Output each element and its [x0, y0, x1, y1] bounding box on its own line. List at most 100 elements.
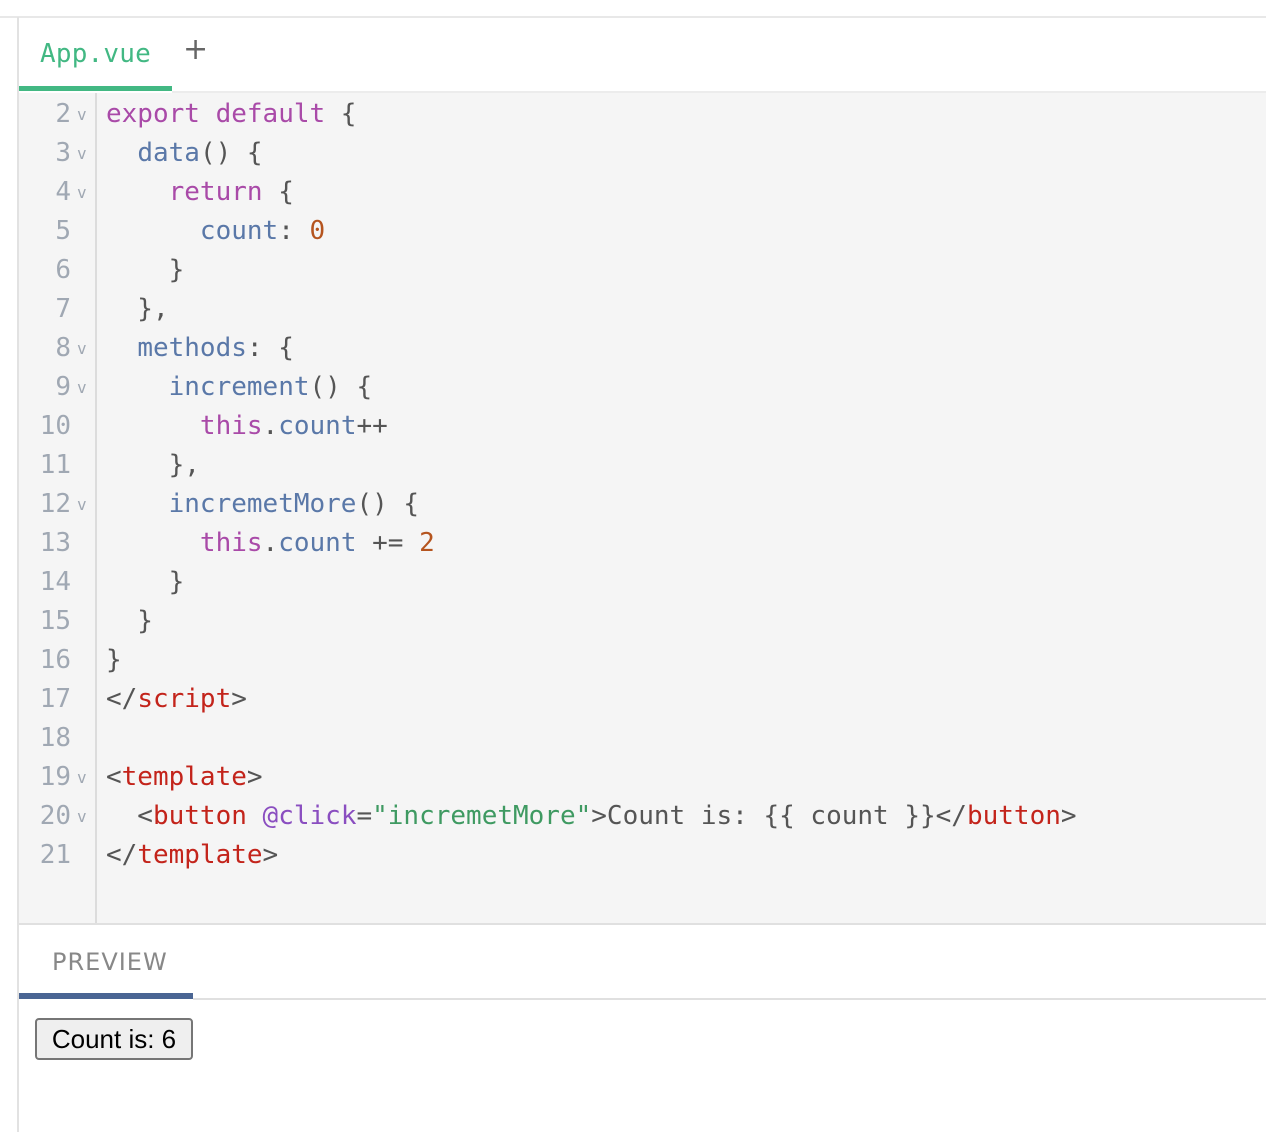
add-file-button[interactable]: +: [183, 35, 208, 65]
line-code: count: 0: [106, 212, 325, 251]
fold-toggle-icon[interactable]: v: [77, 95, 87, 134]
code-token: }: [106, 567, 185, 597]
line-number: 20: [39, 801, 71, 831]
code-token: data: [137, 138, 200, 168]
code-token: >: [1060, 801, 1077, 831]
count-button[interactable]: Count is: 6: [35, 1018, 193, 1060]
fold-toggle-icon[interactable]: v: [77, 758, 87, 797]
code-token: this: [199, 411, 263, 441]
fold-toggle-icon[interactable]: v: [77, 173, 87, 212]
code-token: () {: [199, 138, 263, 168]
code-token: export: [106, 99, 200, 129]
line-number: 12: [39, 489, 71, 519]
code-token: >: [246, 762, 263, 792]
code-token: incremetMore: [168, 489, 357, 519]
line-code: </template>: [106, 836, 278, 875]
line-code: </script>: [106, 680, 247, 719]
line-code: incremetMore() {: [106, 485, 419, 524]
code-token: 2: [419, 528, 435, 558]
line-number: 3: [55, 138, 71, 168]
code-token: <: [106, 801, 153, 831]
code-token: </: [106, 840, 138, 870]
code-token: >: [262, 840, 279, 870]
code-token: count: [278, 411, 357, 441]
line-number: 4: [55, 177, 71, 207]
line-number: 8: [55, 333, 71, 363]
code-token: button: [152, 801, 247, 831]
code-token: @click: [262, 801, 357, 831]
line-code: },: [106, 290, 169, 329]
code-editor[interactable]: 2 v export default {3 v data() {4 v return {…: [19, 93, 1266, 923]
fold-toggle-icon[interactable]: v: [77, 134, 87, 173]
line-number: 21: [39, 840, 71, 870]
fold-toggle-icon[interactable]: v: [77, 485, 87, 524]
line-number: 19: [39, 762, 71, 792]
line-number: 16: [39, 645, 71, 675]
code-token: : {: [246, 333, 294, 363]
fold-toggle-icon[interactable]: v: [77, 368, 87, 407]
line-code: },: [106, 446, 200, 485]
tab-app-vue[interactable]: App.vue: [40, 39, 151, 69]
line-code: <button @click="incremetMore">Count is: …: [106, 797, 1077, 836]
line-code: increment() {: [106, 368, 373, 407]
line-number: 14: [39, 567, 71, 597]
line-number: 17: [39, 684, 71, 714]
line-number: 5: [55, 216, 71, 246]
code-token: }: [106, 645, 122, 675]
line-number: 18: [39, 723, 71, 753]
code-token: .: [262, 528, 279, 558]
code-token: .: [262, 411, 279, 441]
code-token: >: [231, 684, 247, 714]
line-number: 7: [55, 294, 71, 324]
line-code: this.count += 2: [106, 524, 435, 563]
code-token: },: [106, 294, 169, 324]
code-token: count: [278, 528, 357, 558]
line-code: return {: [106, 173, 294, 212]
line-number: 6: [55, 255, 71, 285]
line-code: this.count++: [106, 407, 388, 446]
line-code: }: [106, 251, 185, 290]
code-token: template: [121, 762, 247, 792]
code-token: template: [137, 840, 263, 870]
code-token: ++: [356, 411, 388, 441]
preview-divider: [193, 998, 1266, 1000]
line-number: 13: [39, 528, 71, 558]
line-code: }: [106, 641, 122, 680]
line-number: 11: [39, 450, 71, 480]
code-token: }: [106, 255, 185, 285]
gutter-divider: [95, 93, 97, 923]
code-token: >Count is: {{ count }}</: [591, 801, 967, 831]
code-token: () {: [356, 489, 420, 519]
code-token: }: [106, 606, 153, 636]
code-token: count: [199, 216, 279, 246]
fold-toggle-icon[interactable]: v: [77, 329, 87, 368]
tab-preview[interactable]: PREVIEW: [52, 948, 168, 976]
code-token: () {: [309, 372, 373, 402]
line-number: 9: [55, 372, 71, 402]
code-token: {: [262, 177, 294, 207]
line-number: 2: [55, 99, 71, 129]
fold-toggle-icon[interactable]: v: [77, 797, 87, 836]
line-code: }: [106, 602, 153, 641]
line-number: 15: [39, 606, 71, 636]
line-code: }: [106, 563, 185, 602]
code-token: },: [106, 450, 200, 480]
line-code: methods: {: [106, 329, 294, 368]
line-code: <template>: [106, 758, 263, 797]
code-token: script: [137, 684, 232, 714]
code-token: increment: [168, 372, 310, 402]
active-tab-indicator: [19, 86, 172, 91]
editor-bottom-border: [19, 923, 1266, 925]
code-token: default: [215, 99, 326, 129]
preview-tab-indicator: [19, 993, 193, 999]
code-token: 0: [309, 216, 326, 246]
code-token: methods: [137, 333, 247, 363]
code-token: {: [325, 99, 357, 129]
